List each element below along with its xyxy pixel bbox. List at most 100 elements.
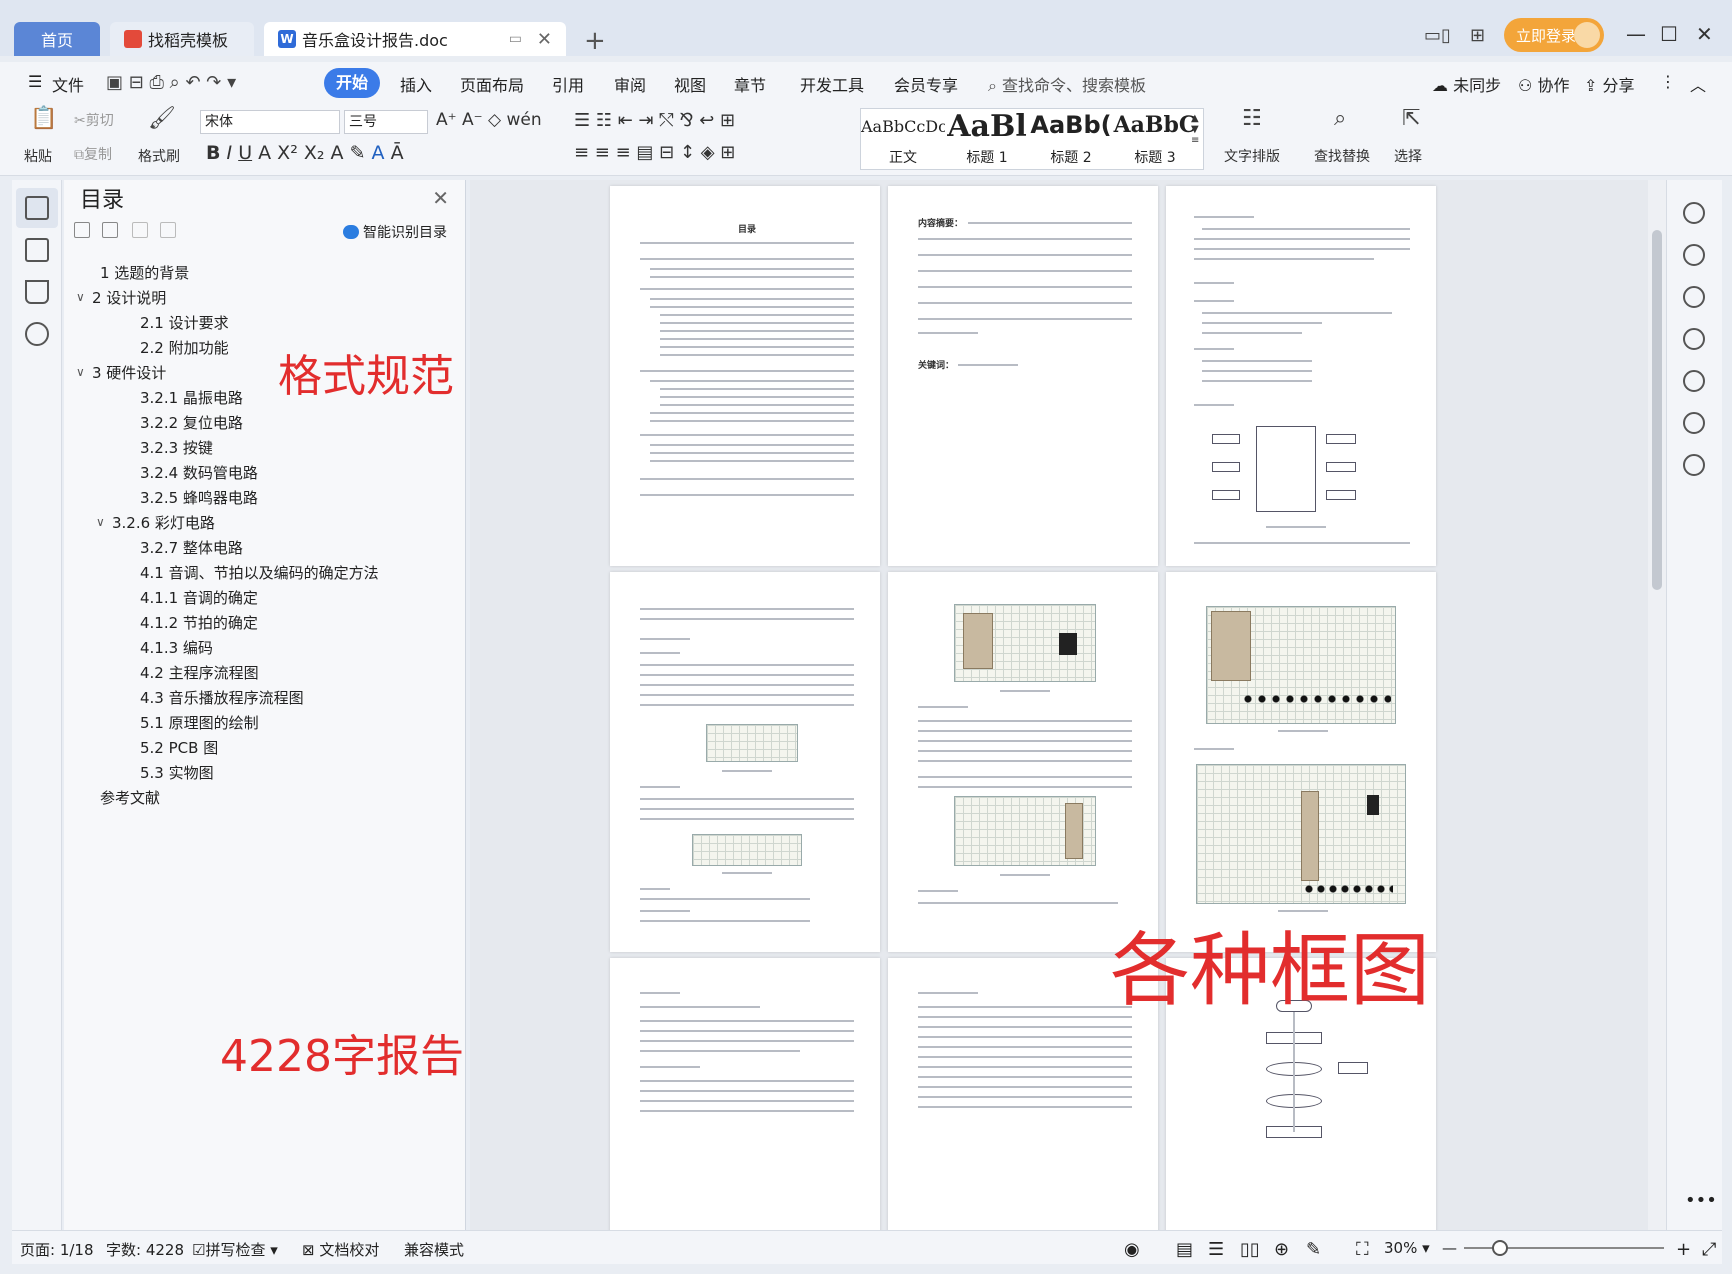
maximize-icon[interactable]: ☐	[1660, 22, 1678, 46]
search-nav-icon[interactable]	[25, 322, 49, 346]
toc-item[interactable]: 3.2.2 复位电路	[140, 412, 243, 433]
toc-item[interactable]: 1 选题的背景	[100, 262, 189, 283]
toc-item[interactable]: 3 硬件设计	[92, 362, 166, 383]
hamburger-icon[interactable]: ☰	[28, 72, 42, 91]
toc-item[interactable]: 2.1 设计要求	[140, 312, 229, 333]
menu-section[interactable]: 章节	[734, 72, 766, 96]
style-heading-1[interactable]: AaBl 标题 1	[945, 109, 1029, 169]
format-painter-button[interactable]: 格式刷	[138, 146, 180, 166]
new-tab-icon[interactable]: +	[584, 26, 606, 56]
close-window-icon[interactable]: ✕	[1696, 22, 1713, 46]
toc-item[interactable]: 4.1 音调、节拍以及编码的确定方法	[140, 562, 379, 583]
style-normal[interactable]: AaBbCcDc 正文	[861, 109, 945, 169]
copy-button[interactable]: ⧉复制	[74, 144, 112, 164]
remove-item-icon[interactable]	[160, 222, 176, 238]
chevron-down-icon[interactable]: ∨	[76, 365, 85, 379]
word-count[interactable]: 字数: 4228	[106, 1239, 184, 1260]
more-tools-icon[interactable]: •••	[1685, 1190, 1717, 1211]
image-tool-icon[interactable]	[1683, 412, 1705, 434]
toc-item[interactable]: 3.2.3 按键	[140, 437, 213, 458]
tab-document[interactable]: W 音乐盒设计报告.doc ▭ ✕	[264, 22, 566, 56]
fullscreen-icon[interactable]: ⤢	[1702, 1239, 1716, 1260]
font-name-select[interactable]: 宋体	[200, 110, 340, 134]
web-view-icon[interactable]: ⊕	[1274, 1239, 1289, 1260]
share-button[interactable]: ⇪ 分享	[1584, 72, 1635, 96]
paragraph-align-icons[interactable]: ≡ ≡ ≡ ▤ ⊟ ↕ ◈ ⊞	[574, 142, 735, 163]
smart-toc-button[interactable]: 智能识别目录	[343, 222, 447, 242]
toc-nav-icon[interactable]	[25, 196, 49, 220]
toc-item[interactable]: 4.2 主程序流程图	[140, 662, 259, 683]
toc-item[interactable]: 4.1.2 节拍的确定	[140, 612, 258, 633]
toc-item[interactable]: 2.2 附加功能	[140, 337, 229, 358]
toc-close-icon[interactable]: ✕	[432, 186, 449, 210]
spell-check-button[interactable]: ☑拼写检查 ▾	[192, 1239, 278, 1260]
menu-layout[interactable]: 页面布局	[460, 72, 524, 96]
chevron-down-icon[interactable]: ∨	[96, 515, 105, 529]
menu-review[interactable]: 审阅	[614, 72, 646, 96]
toc-item[interactable]: 4.1.3 编码	[140, 637, 213, 658]
write-view-icon[interactable]: ✎	[1306, 1239, 1321, 1260]
login-button[interactable]: 立即登录	[1504, 18, 1604, 52]
toc-item[interactable]: 5.2 PCB 图	[140, 737, 218, 758]
page-count[interactable]: 页面: 1/18	[20, 1239, 94, 1260]
sync-status[interactable]: ☁ 未同步	[1432, 72, 1501, 96]
text-layout-button[interactable]: 文字排版	[1224, 146, 1280, 166]
toc-item[interactable]: 3.2.5 蜂鸣器电路	[140, 487, 258, 508]
font-size-select[interactable]: 三号	[344, 110, 428, 134]
paste-icon[interactable]: 📋	[30, 106, 57, 131]
list-indent-icons[interactable]: ☰ ☷ ⇤ ⇥ ⤲ ⅋ ↩ ⊞	[574, 110, 735, 131]
toc-item[interactable]: 3.2.4 数码管电路	[140, 462, 258, 483]
menu-file[interactable]: 文件	[52, 72, 84, 96]
brush-icon[interactable]: 🖌	[148, 106, 176, 131]
proofread-button[interactable]: ⊠ 文档校对	[302, 1239, 379, 1260]
toc-item[interactable]: 3.2.7 整体电路	[140, 537, 243, 558]
toc-item[interactable]: 3.2.1 晶振电路	[140, 387, 243, 408]
add-item-icon[interactable]	[132, 222, 148, 238]
cursor-icon[interactable]: ⇱	[1402, 106, 1420, 131]
layout-icon[interactable]: ▭▯	[1424, 18, 1451, 52]
toc-item[interactable]: 参考文献	[100, 787, 160, 808]
text-format-icons[interactable]: B I U A X² X₂ A ✎ A Ā	[206, 142, 404, 164]
cursor-tool-icon[interactable]	[1683, 286, 1705, 308]
toc-item[interactable]: 5.3 实物图	[140, 762, 214, 783]
bookmark-icon[interactable]	[25, 280, 49, 304]
expand-all-icon[interactable]	[74, 222, 90, 238]
toc-item[interactable]: 4.3 音乐播放程序流程图	[140, 687, 304, 708]
command-search[interactable]: ⌕ 查找命令、搜索模板	[988, 72, 1146, 96]
font-tools-icons[interactable]: A⁺ A⁻ ◇ wén	[436, 110, 542, 130]
tab-templates[interactable]: 找稻壳模板	[110, 22, 254, 56]
menu-home[interactable]: 开始	[324, 68, 380, 98]
zoom-slider-handle[interactable]	[1492, 1240, 1508, 1256]
style-heading-2[interactable]: AaBb(标题 2	[1029, 109, 1113, 169]
scroll-thumb[interactable]	[1652, 230, 1662, 590]
menu-insert[interactable]: 插入	[400, 72, 432, 96]
find-replace-button[interactable]: 查找替换	[1314, 146, 1370, 166]
toc-item[interactable]: 5.1 原理图的绘制	[140, 712, 259, 733]
style-heading-3[interactable]: AaBbC 标题 3	[1113, 109, 1197, 169]
tab-pin-icon[interactable]: ▭	[509, 31, 522, 47]
menu-view[interactable]: 视图	[674, 72, 706, 96]
style-gallery[interactable]: AaBbCcDc 正文 AaBl 标题 1 AaBb(标题 2 AaBbC 标题 3 …	[860, 108, 1204, 170]
quick-access-icons[interactable]: ▣ ⊟ ⎙ ⌕ ↶ ↷ ▾	[106, 72, 236, 93]
select-button[interactable]: 选择	[1394, 146, 1422, 166]
slider-icon[interactable]	[1683, 328, 1705, 350]
help-icon[interactable]	[1683, 370, 1705, 392]
more-icon[interactable]: ⋮	[1660, 72, 1676, 91]
menu-references[interactable]: 引用	[552, 72, 584, 96]
vertical-scrollbar[interactable]	[1648, 180, 1666, 1230]
rocket-icon[interactable]	[1683, 202, 1705, 224]
toc-item[interactable]: 2 设计说明	[92, 287, 166, 308]
toc-item[interactable]: 4.1.1 音调的确定	[140, 587, 258, 608]
collapse-ribbon-icon[interactable]: ︿	[1690, 72, 1706, 96]
toc-item[interactable]: 3.2.6 彩灯电路	[112, 512, 215, 533]
zoom-out-icon[interactable]: —	[1442, 1239, 1457, 1257]
read-view-icon[interactable]: ▯▯	[1240, 1239, 1260, 1260]
lightning-icon[interactable]	[1683, 454, 1705, 476]
zoom-level[interactable]: 30% ▾	[1384, 1239, 1430, 1257]
zoom-in-icon[interactable]: +	[1676, 1239, 1691, 1260]
tab-home[interactable]: 首页	[14, 22, 100, 56]
menu-member[interactable]: 会员专享	[894, 72, 958, 96]
text-layout-icon[interactable]: ☷	[1242, 106, 1262, 131]
collab-button[interactable]: ⚇ 协作	[1518, 72, 1569, 96]
minimize-icon[interactable]: —	[1626, 22, 1646, 46]
